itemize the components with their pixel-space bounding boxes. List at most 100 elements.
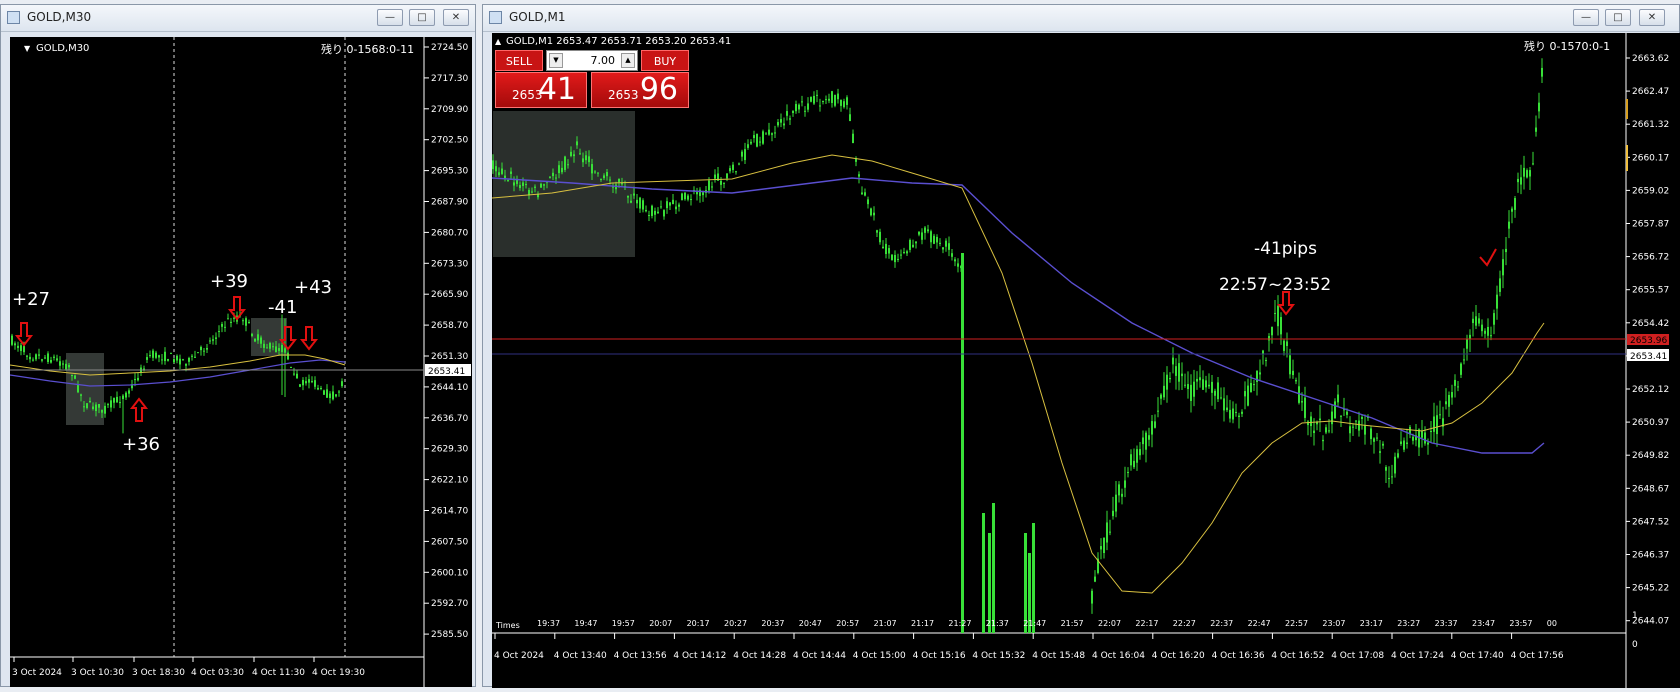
chart-canvas[interactable]: ▼ GOLD,M30 残り 0-1568:0-11 2724.50 2717.30… — [9, 37, 472, 687]
buy-price-button[interactable]: 2653 96 — [591, 72, 689, 108]
candle-body — [936, 236, 938, 243]
candle-body — [35, 354, 37, 360]
svg-text:GOLD,M30: GOLD,M30 — [36, 43, 89, 54]
candle-body — [1499, 278, 1501, 292]
candle-body — [918, 231, 920, 235]
candle-body — [1505, 248, 1507, 253]
maximize-button[interactable]: □ — [409, 9, 435, 26]
candle-body — [738, 163, 740, 165]
candle-body — [275, 346, 277, 353]
candle-body — [263, 343, 265, 348]
candle-body — [897, 258, 899, 260]
candle-body — [600, 178, 602, 180]
minute-axis-label: 22:07 — [1098, 619, 1121, 628]
candle-body — [810, 96, 812, 102]
candle-body — [1340, 415, 1342, 417]
candle-body — [1460, 363, 1462, 375]
candle-body — [1472, 318, 1474, 324]
window-titlebar[interactable]: GOLD,M1 — □ ✕ — [483, 5, 1679, 32]
lot-size-field[interactable]: ▼ 7.00 ▲ — [546, 50, 638, 71]
candle-body — [68, 364, 70, 368]
candle-body — [543, 184, 545, 186]
buy-button[interactable]: BUY — [641, 50, 689, 71]
date-axis-label: 4 Oct 15:00 — [853, 651, 906, 661]
candle-body — [176, 355, 178, 361]
remaining-time-label: 残り 0-1568:0-11 — [321, 42, 414, 56]
minimize-button[interactable]: — — [1573, 9, 1599, 26]
candle-body — [1154, 421, 1156, 428]
candle-body — [1226, 407, 1228, 411]
candle-body — [89, 401, 91, 403]
price-axis-label: 2661.32 — [1632, 120, 1669, 130]
candle-body — [825, 99, 827, 101]
window-title: GOLD,M1 — [509, 10, 566, 24]
candle-body — [1445, 401, 1447, 405]
candle-body — [783, 123, 785, 126]
candle-body — [846, 97, 848, 105]
close-button[interactable]: ✕ — [443, 9, 469, 26]
candle-body — [1220, 397, 1222, 399]
candle-body — [909, 239, 911, 250]
candle-body — [858, 174, 860, 177]
candle-body — [1397, 453, 1399, 458]
candle-body — [1106, 522, 1108, 543]
chart-window-icon — [489, 11, 502, 24]
candle-body — [287, 352, 289, 360]
candle-body — [924, 227, 926, 233]
maximize-button[interactable]: □ — [1605, 9, 1631, 26]
candle-body — [1235, 411, 1237, 413]
candle-body — [113, 398, 115, 403]
chart-window-gold-m1[interactable]: GOLD,M1 — □ ✕ ▲ GOLD,M1 2653.47 2653.71 … — [482, 4, 1680, 688]
candle-body — [786, 111, 788, 116]
m1-chart[interactable]: ▲ GOLD,M1 2653.47 2653.71 2653.20 2653.4… — [491, 33, 1680, 688]
sell-price-button[interactable]: 2653 41 — [495, 72, 587, 108]
candle-body — [1310, 416, 1312, 427]
candle-body — [1469, 334, 1471, 339]
candle-body — [119, 402, 121, 404]
candle-body — [870, 208, 872, 216]
candle-body — [1250, 382, 1252, 393]
candle-body — [221, 323, 223, 327]
candle-body — [251, 333, 253, 336]
candle-body — [927, 229, 929, 232]
candle-body — [1394, 456, 1396, 474]
candle-body — [1403, 440, 1405, 450]
candle-body — [630, 200, 632, 203]
window-titlebar[interactable]: GOLD,M30 — □ ✕ — [1, 5, 475, 32]
candle-body — [726, 173, 728, 179]
candle-body — [876, 230, 878, 233]
svg-text:▲: ▲ — [495, 37, 502, 46]
candle-body — [1391, 476, 1393, 478]
m30-chart[interactable]: ▼ GOLD,M30 残り 0-1568:0-11 2724.50 2717.30… — [9, 37, 472, 687]
price-axis-label: 2658.70 — [431, 321, 468, 331]
lot-decrease-button[interactable]: ▼ — [549, 53, 563, 68]
candle-body — [930, 231, 932, 243]
close-button[interactable]: ✕ — [1639, 9, 1665, 26]
candle-body — [1346, 411, 1348, 415]
one-click-trade-panel[interactable]: SELL ▼ 7.00 ▲ BUY 2653 41 2653 96 — [495, 50, 689, 108]
candle-body — [540, 183, 542, 188]
candle-body — [14, 343, 16, 346]
candle-body — [822, 101, 824, 103]
minute-axis-label: 00 — [1547, 619, 1557, 628]
date-axis-label: 4 Oct 17:24 — [1391, 651, 1444, 661]
candle-body — [558, 165, 560, 174]
sell-button[interactable]: SELL — [495, 50, 543, 71]
candle-body — [1412, 436, 1414, 441]
candle-body — [564, 156, 566, 170]
candle-body — [1187, 384, 1189, 390]
chart-canvas[interactable]: ▲ GOLD,M1 2653.47 2653.71 2653.20 2653.4… — [491, 33, 1680, 688]
chart-window-gold-m30[interactable]: GOLD,M30 — □ ✕ ▼ GOLD,M30 残り 0-1568:0-11… — [0, 4, 476, 687]
current-price-label: 2653.41 — [428, 367, 465, 377]
minute-axis-label: 23:27 — [1397, 619, 1420, 628]
candle-body — [753, 135, 755, 139]
candle-body — [729, 168, 731, 172]
candle-body — [254, 338, 256, 342]
candle-body — [197, 352, 199, 354]
minimize-button[interactable]: — — [377, 9, 403, 26]
candle-body — [1148, 435, 1150, 440]
lot-size-value[interactable]: 7.00 — [591, 54, 616, 67]
lot-increase-button[interactable]: ▲ — [621, 53, 635, 68]
candle-body — [185, 364, 187, 366]
candle — [961, 253, 964, 633]
